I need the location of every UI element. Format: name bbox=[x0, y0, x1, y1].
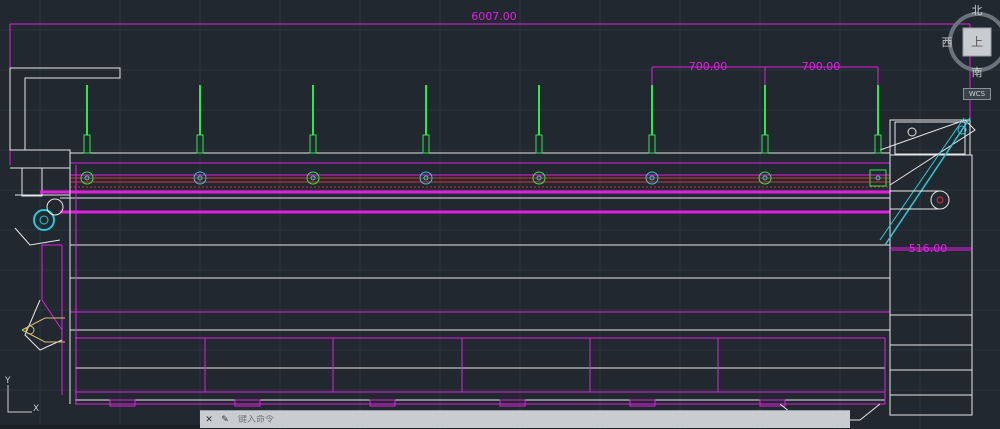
status-bar bbox=[0, 425, 200, 429]
sensor-rods[interactable] bbox=[80, 85, 887, 187]
viewcube-top-label: 上 bbox=[971, 35, 983, 49]
dimension-spacing-b-text: 700.00 bbox=[802, 60, 841, 73]
sensor-rod[interactable] bbox=[869, 85, 887, 187]
drawing-canvas[interactable]: 6007.00 700.00 700.00 516.00 上 北 南 西 WCS… bbox=[0, 0, 1000, 429]
ucs-x-label: X bbox=[33, 404, 40, 414]
dimension-spacing-a-text: 700.00 bbox=[689, 60, 728, 73]
wcs-menu[interactable]: WCS bbox=[963, 88, 991, 100]
ucs-y-label: Y bbox=[5, 376, 11, 386]
dimension-right-offset-text: 516.00 bbox=[909, 242, 948, 255]
grid bbox=[0, 0, 1000, 429]
compass-west[interactable]: 西 bbox=[942, 36, 953, 49]
sensor-rod[interactable] bbox=[645, 85, 659, 185]
sensor-rod[interactable] bbox=[306, 85, 320, 185]
command-input[interactable] bbox=[232, 414, 758, 425]
viewcube[interactable]: 上 北 南 西 bbox=[942, 4, 1000, 79]
command-tool-icon[interactable]: ✎ bbox=[218, 413, 232, 427]
command-line[interactable]: ✕ ✎ bbox=[200, 410, 850, 428]
sensor-rod[interactable] bbox=[758, 85, 772, 185]
dimension-right-offset[interactable]: 516.00 bbox=[890, 240, 973, 256]
drive-motor[interactable] bbox=[14, 198, 64, 246]
compass-north[interactable]: 北 bbox=[972, 4, 983, 17]
close-icon[interactable]: ✕ bbox=[202, 413, 216, 427]
ucs-icon bbox=[7, 385, 32, 413]
compass-south[interactable]: 南 bbox=[972, 66, 983, 79]
right-head-frame[interactable] bbox=[879, 117, 976, 416]
model-space[interactable]: 6007.00 700.00 700.00 516.00 上 北 南 西 bbox=[0, 0, 1000, 429]
sensor-rod[interactable] bbox=[419, 85, 433, 185]
left-frame[interactable] bbox=[9, 67, 121, 197]
dimension-overall[interactable]: 6007.00 bbox=[9, 10, 971, 165]
sensor-rod[interactable] bbox=[532, 85, 546, 185]
dimension-overall-text: 6007.00 bbox=[471, 10, 517, 23]
sensor-rod[interactable] bbox=[80, 85, 94, 185]
